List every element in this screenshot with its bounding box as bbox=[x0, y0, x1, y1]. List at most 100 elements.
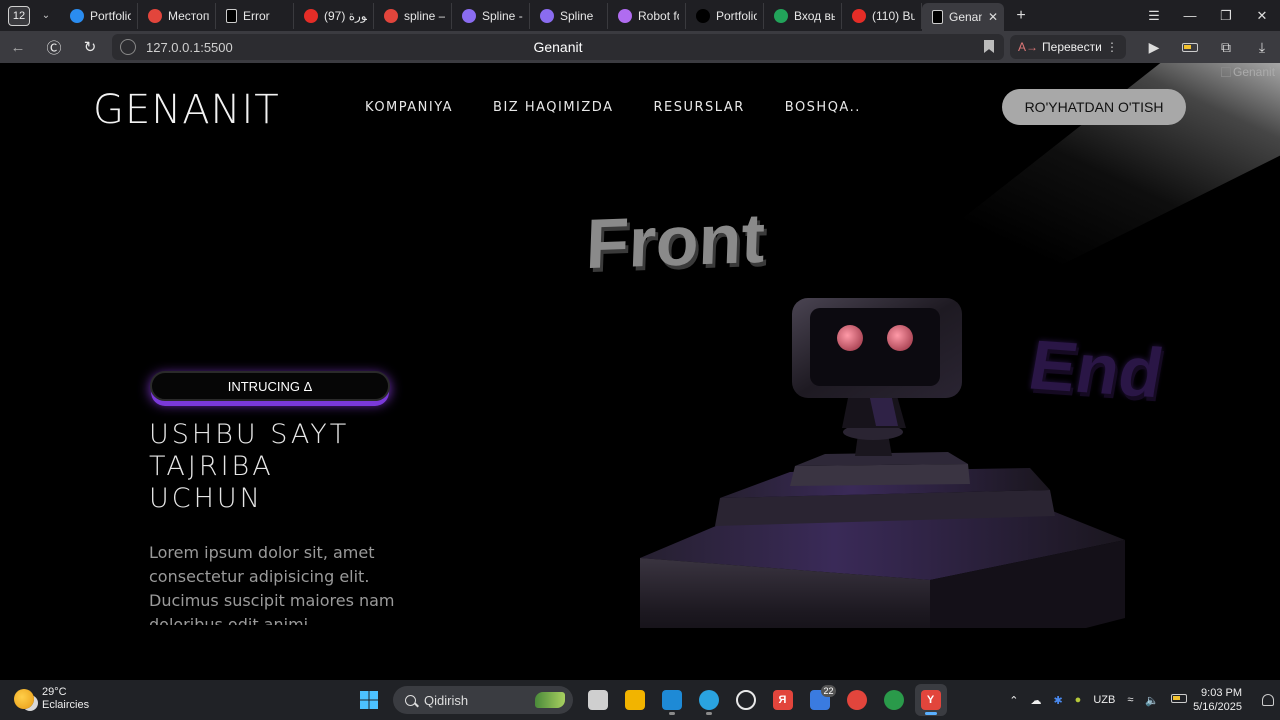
taskbar-app[interactable] bbox=[656, 684, 688, 716]
chevron-up-icon[interactable]: ⌃ bbox=[1009, 694, 1018, 707]
main-nav: KOMPANIYA BIZ HAQIMIZDA RESURSLAR BOSHQA… bbox=[365, 100, 901, 115]
tab-label: Genan bbox=[949, 10, 982, 24]
tab-list: Portfolio Местопо Error سورة (97) spline — Sp… bbox=[60, 0, 1004, 31]
intro-badge[interactable]: INTRUCING Δ bbox=[150, 371, 390, 401]
url-text: 127.0.0.1:5500 bbox=[146, 39, 233, 55]
chrome-alt-icon bbox=[883, 690, 904, 710]
browser-tab[interactable]: Вход вы bbox=[764, 2, 842, 29]
url-field[interactable]: 127.0.0.1:5500 Genanit bbox=[112, 34, 1004, 60]
menu-icon[interactable]: ☰ bbox=[1136, 8, 1172, 24]
telegram-icon bbox=[698, 690, 719, 710]
browser-tab[interactable]: (110) Bul bbox=[842, 2, 922, 29]
tab-label: Robot fol bbox=[638, 8, 679, 23]
taskbar-app[interactable] bbox=[841, 684, 873, 716]
robot-eye-right bbox=[887, 325, 913, 351]
weather-widget[interactable]: 29°C Eclaircies bbox=[14, 686, 89, 712]
more-icon[interactable]: ⋮ bbox=[1106, 40, 1118, 54]
reload-icon[interactable]: ↻ bbox=[72, 38, 108, 56]
notification-badge: 22 bbox=[821, 685, 836, 697]
page-icon bbox=[932, 10, 943, 24]
taskbar: 29°C Eclaircies Qidirish Я 22 Y ⌃ ☁ ✱ ● UZ… bbox=[0, 680, 1280, 720]
volume-icon[interactable]: 🔈 bbox=[1145, 694, 1159, 707]
translate-button[interactable]: A→ Перевести ⋮ bbox=[1010, 35, 1126, 59]
address-bar: ← Ⓒ ↻ 127.0.0.1:5500 Genanit A→ Перевест… bbox=[0, 31, 1280, 63]
taskbar-app[interactable] bbox=[693, 684, 725, 716]
step-top bbox=[790, 464, 970, 486]
chevron-down-icon[interactable]: ⌄ bbox=[34, 10, 58, 21]
language-indicator[interactable]: UZB bbox=[1093, 694, 1115, 706]
browser-tab[interactable]: Error bbox=[216, 2, 294, 29]
play-icon bbox=[774, 8, 788, 23]
bluetooth-icon[interactable]: ✱ bbox=[1053, 694, 1062, 707]
close-tab-icon[interactable]: ✕ bbox=[988, 10, 998, 24]
site-info-icon[interactable] bbox=[120, 39, 136, 55]
battery-icon[interactable] bbox=[1171, 694, 1188, 706]
headline-line-1: USHBU SAYT bbox=[149, 419, 350, 450]
media-icon[interactable]: ▶ bbox=[1136, 39, 1172, 56]
browser-tab[interactable]: Portfolio bbox=[60, 2, 138, 29]
nav-link-resurslar[interactable]: RESURSLAR bbox=[653, 100, 744, 115]
security-icon[interactable]: ● bbox=[1075, 694, 1082, 706]
clock[interactable]: 9:03 PM 5/16/2025 bbox=[1193, 686, 1242, 714]
chrome-icon bbox=[846, 690, 867, 710]
taskbar-app[interactable] bbox=[730, 684, 762, 716]
start-button[interactable] bbox=[353, 684, 385, 716]
scene-word-end: End bbox=[1023, 325, 1169, 413]
minimize-button[interactable]: — bbox=[1172, 8, 1208, 23]
browser-tab[interactable]: spline — bbox=[374, 2, 452, 29]
robot-3d-illustration bbox=[640, 298, 1125, 628]
weather-icon bbox=[14, 689, 34, 709]
browser-tab[interactable]: سورة (97) bbox=[294, 2, 374, 29]
battery-saver-icon[interactable] bbox=[1172, 39, 1208, 55]
yandex-icon bbox=[384, 8, 398, 23]
close-window-button[interactable]: ✕ bbox=[1244, 8, 1280, 24]
browser-tab[interactable]: Robot fol bbox=[608, 2, 686, 29]
taskbar-search[interactable]: Qidirish bbox=[393, 686, 573, 714]
tab-label: سورة (97) bbox=[324, 8, 367, 23]
downloads-icon[interactable]: ⤓ bbox=[1244, 39, 1280, 56]
system-tray: ⌃ ☁ ✱ ● UZB ≈ 🔈 9:03 PM 5/16/2025 bbox=[1003, 680, 1280, 720]
browser-tab[interactable]: Spline bbox=[530, 2, 608, 29]
running-indicator bbox=[668, 712, 675, 715]
search-icon bbox=[405, 694, 416, 706]
tab-label: Вход вы bbox=[794, 8, 835, 23]
collections-icon[interactable]: ⧉ bbox=[1208, 39, 1244, 56]
nav-link-biz-haqimizda[interactable]: BIZ HAQIMIZDA bbox=[493, 100, 613, 115]
notification-icon[interactable] bbox=[1262, 694, 1274, 706]
weather-description: Eclaircies bbox=[42, 699, 90, 711]
nav-link-kompaniya[interactable]: KOMPANIYA bbox=[365, 100, 453, 115]
running-indicator bbox=[705, 712, 712, 715]
wifi-icon[interactable]: ≈ bbox=[1127, 694, 1133, 706]
robot-face bbox=[810, 308, 940, 386]
vscode-icon bbox=[661, 690, 682, 710]
browser-tab[interactable]: Portfolio bbox=[686, 2, 764, 29]
signup-button[interactable]: RO'YHATDAN O'TISH bbox=[1002, 89, 1186, 125]
yandex-browser-icon: Y bbox=[920, 690, 941, 710]
taskbar-app[interactable]: Я bbox=[767, 684, 799, 716]
clock-date: 5/16/2025 bbox=[1193, 701, 1242, 713]
taskbar-app[interactable]: 22 bbox=[804, 684, 836, 716]
spline-icon bbox=[618, 8, 632, 23]
translate-icon: A→ bbox=[1018, 40, 1039, 54]
taskbar-app[interactable] bbox=[878, 684, 910, 716]
browser-tab[interactable]: Genan ✕ bbox=[922, 3, 1004, 31]
weather-temperature: 29°C bbox=[42, 686, 67, 698]
back-icon[interactable]: ← bbox=[0, 39, 36, 56]
browser-tab[interactable]: Spline - 3 bbox=[452, 2, 530, 29]
taskbar-app[interactable] bbox=[582, 684, 614, 716]
yandex-account-icon[interactable]: Ⓒ bbox=[36, 37, 72, 58]
taskbar-app[interactable]: Y bbox=[914, 684, 947, 716]
openai-icon bbox=[696, 8, 710, 23]
nav-link-boshqa[interactable]: BOSHQA.. bbox=[785, 100, 861, 115]
onedrive-icon[interactable]: ☁ bbox=[1030, 694, 1041, 707]
taskbar-app[interactable] bbox=[619, 684, 651, 716]
new-tab-button[interactable]: + bbox=[1010, 5, 1032, 27]
site-logo[interactable]: GENANIT bbox=[93, 87, 280, 133]
running-indicator bbox=[924, 712, 937, 715]
browser-tab[interactable]: Местопо bbox=[138, 2, 216, 29]
pinned-apps: Я 22 Y bbox=[579, 684, 949, 716]
tab-count-button[interactable]: 12 bbox=[8, 5, 30, 26]
search-highlight-icon bbox=[535, 692, 565, 708]
maximize-button[interactable]: ❐ bbox=[1208, 8, 1244, 24]
bookmark-icon[interactable] bbox=[984, 40, 994, 53]
